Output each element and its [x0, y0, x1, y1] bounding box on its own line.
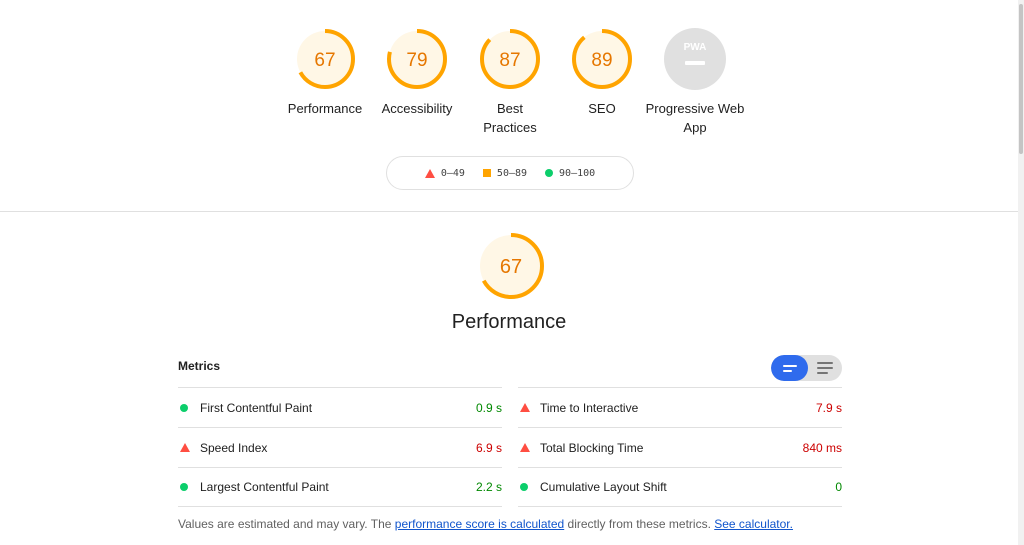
- legend-average: 50–89: [482, 167, 528, 179]
- main-gauge-ring: 67: [478, 233, 544, 299]
- expanded-view-button[interactable]: [808, 355, 842, 381]
- performance-title: Performance: [451, 311, 567, 333]
- gauge-label: Best Practices: [483, 101, 537, 135]
- lines-icon: [782, 364, 797, 367]
- metrics-column-left: First Contentful Paint 0.9 s Speed Index…: [178, 387, 502, 507]
- fail-triangle-icon: [424, 168, 435, 178]
- section-divider: [0, 211, 1018, 212]
- pass-circle-icon: [180, 403, 188, 412]
- gauge-ring: 67: [295, 29, 355, 89]
- metric-status: [178, 443, 200, 452]
- metrics-column-right: Time to Interactive 7.9 s Total Blocking…: [518, 387, 842, 507]
- metric-value: 0: [835, 480, 842, 494]
- metric-name: First Contentful Paint: [200, 400, 313, 415]
- metric-name: Total Blocking Time: [540, 440, 644, 455]
- gauge-pwa[interactable]: PWA Progressive Web App: [646, 27, 744, 137]
- gauge-score: 67: [314, 50, 335, 71]
- see-calculator-link[interactable]: See calculator.: [714, 517, 793, 531]
- metric-status: [518, 443, 540, 452]
- metric-status: [178, 403, 200, 412]
- list-icon-line: [817, 367, 833, 369]
- metric-row[interactable]: Largest Contentful Paint 2.2 s: [178, 467, 502, 507]
- gauge-score: 79: [406, 50, 427, 71]
- metric-status: [178, 483, 200, 491]
- metric-value: 7.9 s: [815, 400, 842, 415]
- gauge-performance[interactable]: 67 Performance: [285, 27, 365, 118]
- pwa-badge: PWA: [684, 42, 707, 53]
- metric-name: Time to Interactive: [540, 400, 639, 415]
- gauge-score: 87: [499, 50, 520, 71]
- gauge-label: SEO: [588, 101, 616, 116]
- gauge-ring: 79: [387, 29, 447, 89]
- metric-row[interactable]: Time to Interactive 7.9 s: [518, 387, 842, 427]
- metric-value: 6.9 s: [475, 440, 502, 455]
- metric-row[interactable]: First Contentful Paint 0.9 s: [178, 387, 502, 427]
- legend-average-label: 50–89: [496, 167, 528, 179]
- metric-name: Largest Contentful Paint: [200, 480, 329, 494]
- metric-row[interactable]: Total Blocking Time 840 ms: [518, 427, 842, 467]
- footnote-text: directly from these metrics.: [564, 517, 715, 531]
- footnote-text: Values are estimated and may vary. The: [178, 517, 395, 531]
- scrollbar[interactable]: [1018, 0, 1024, 545]
- gauge-accessibility[interactable]: 79 Accessibility: [377, 27, 457, 118]
- fail-triangle-icon: [520, 403, 530, 412]
- score-calculated-link[interactable]: performance score is calculated: [395, 517, 564, 531]
- pass-circle-icon: [180, 483, 188, 491]
- metric-name: Speed Index: [200, 440, 268, 455]
- gauge-score: 89: [591, 50, 612, 71]
- metric-value: 2.2 s: [475, 480, 502, 494]
- legend-pass-label: 90–100: [559, 167, 596, 179]
- metric-name: Cumulative Layout Shift: [540, 480, 667, 494]
- gauge-label: Progressive Web App: [645, 101, 745, 135]
- legend-fail-label: 0–49: [440, 167, 465, 179]
- gauge-best-practices[interactable]: 87 Best Practices: [470, 27, 550, 137]
- list-icon-line: [817, 372, 828, 374]
- metrics-view-toggle[interactable]: [771, 355, 842, 381]
- gauge-label: Performance: [287, 101, 363, 116]
- metric-status: [518, 483, 540, 491]
- metric-row[interactable]: Cumulative Layout Shift 0: [518, 467, 842, 507]
- pwa-icon: PWA: [664, 28, 726, 90]
- pass-circle-icon: [520, 483, 528, 491]
- legend-fail: 0–49: [424, 167, 465, 179]
- gauge-seo[interactable]: 89 SEO: [562, 27, 642, 118]
- pass-circle-icon: [545, 169, 554, 177]
- metric-status: [518, 403, 540, 412]
- score-legend: 0–49 50–89 90–100: [386, 156, 634, 190]
- performance-main-gauge: 67: [476, 231, 546, 306]
- fail-triangle-icon: [180, 443, 190, 452]
- metrics-header: Metrics: [178, 359, 221, 373]
- scrollbar-thumb[interactable]: [1019, 4, 1023, 154]
- metrics-footnote: Values are estimated and may vary. The p…: [178, 517, 793, 531]
- lines-icon-line: [782, 369, 792, 372]
- gauge-ring: 89: [572, 29, 632, 89]
- metric-value: 0.9 s: [475, 400, 502, 415]
- category-gauges: 67 Performance 79 Accessibility 87 Best …: [0, 27, 1018, 137]
- gauge-ring: 87: [480, 29, 540, 89]
- main-gauge-score: 67: [500, 256, 522, 278]
- metric-row[interactable]: Speed Index 6.9 s: [178, 427, 502, 467]
- legend-pass: 90–100: [545, 168, 595, 179]
- compact-view-button[interactable]: [771, 355, 808, 381]
- average-square-icon: [482, 169, 491, 177]
- fail-triangle-icon: [520, 443, 530, 452]
- list-icon: [817, 362, 833, 364]
- gauge-label: Accessibility: [381, 101, 453, 116]
- metric-value: 840 ms: [802, 440, 842, 455]
